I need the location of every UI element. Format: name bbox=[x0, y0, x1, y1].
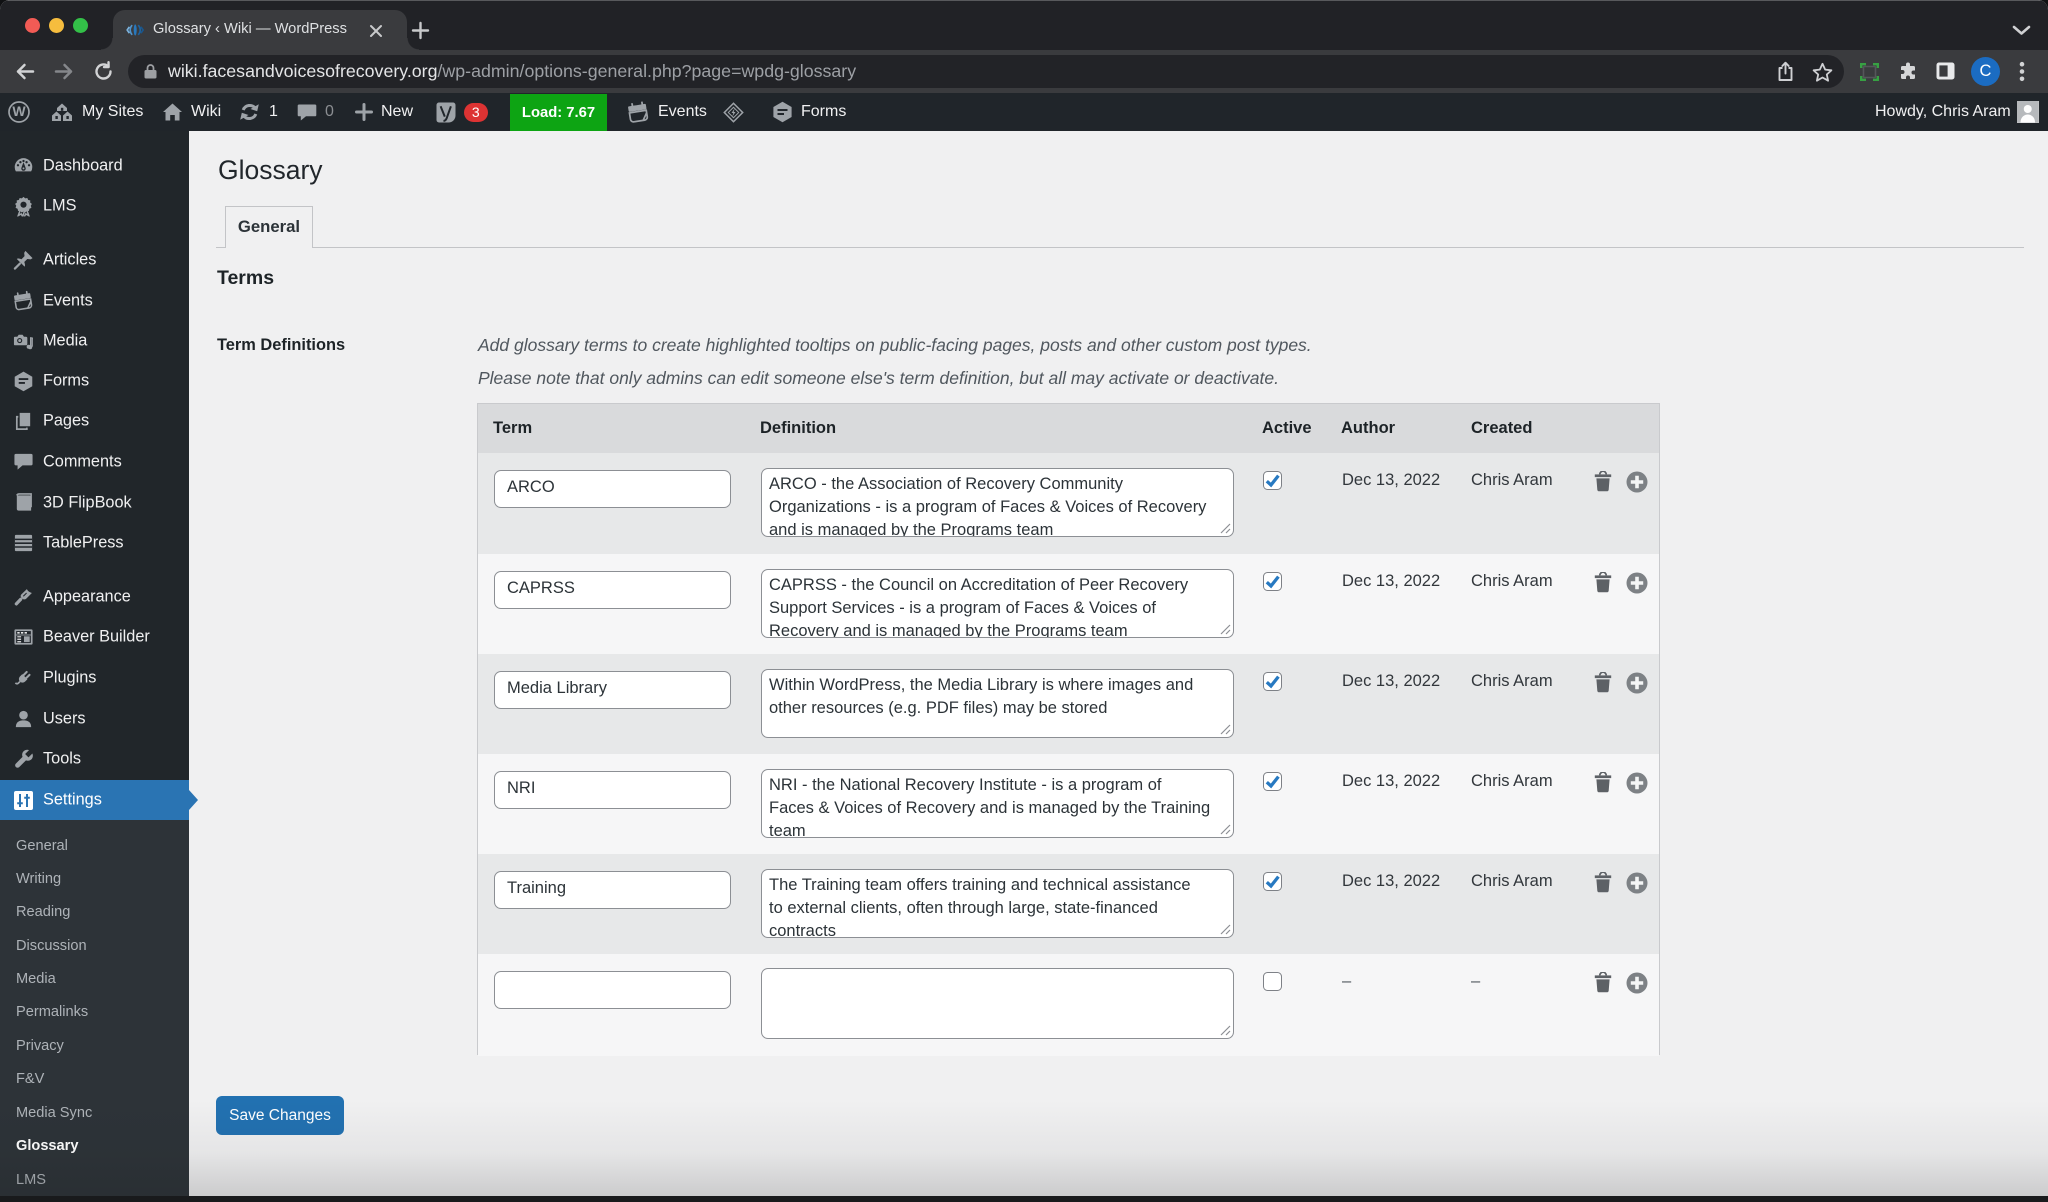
svg-text:W: W bbox=[12, 103, 26, 119]
